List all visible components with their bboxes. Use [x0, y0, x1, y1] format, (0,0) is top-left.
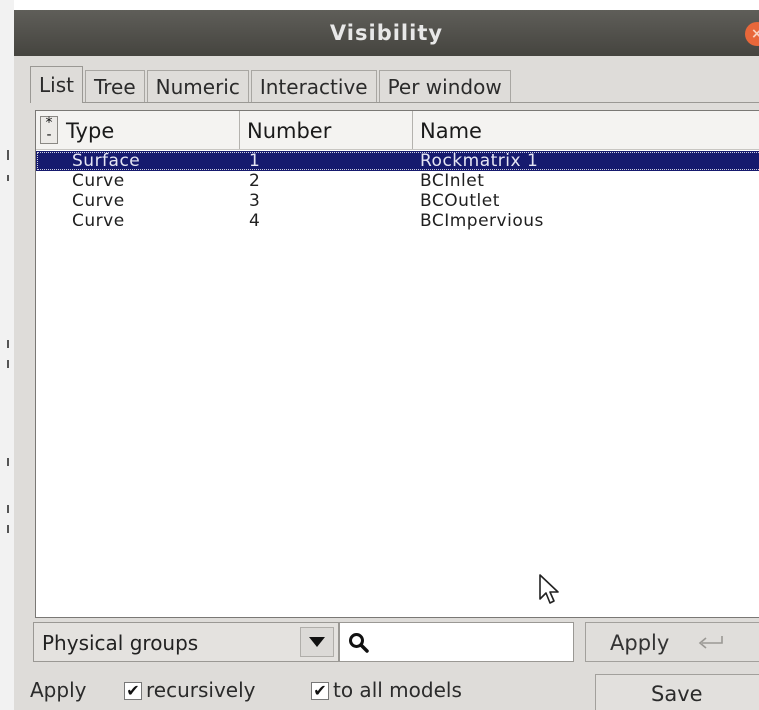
chevron-down-icon — [309, 637, 325, 647]
search-icon — [349, 633, 369, 653]
row-type: Curve — [72, 171, 125, 191]
background-mark — [7, 340, 9, 348]
apply-filter-label: Apply — [610, 631, 670, 655]
entity-browser[interactable]: * - Type Number Name Surface 1 Rockmatri… — [35, 110, 759, 618]
background-mark — [7, 150, 9, 160]
all-models-label: to all models — [333, 678, 462, 702]
table-row[interactable]: Curve 3 BCOutlet — [36, 191, 759, 211]
list-panel: * - Type Number Name Surface 1 Rockmatri… — [30, 102, 759, 625]
column-header-row: * - Type Number Name — [36, 111, 759, 150]
group-type-value: Physical groups — [42, 631, 199, 655]
tab-bar: List Tree Numeric Interactive Per window — [30, 66, 513, 103]
column-header-name[interactable]: Name — [420, 111, 482, 149]
tab-tree[interactable]: Tree — [84, 70, 145, 103]
window-titlebar[interactable]: Visibility × — [14, 10, 759, 56]
apply-filter-button[interactable]: Apply — [585, 622, 759, 662]
background-mark — [7, 175, 9, 181]
save-button-label: Save — [651, 682, 703, 706]
row-type: Curve — [72, 191, 125, 211]
apply-label: Apply — [30, 678, 87, 702]
group-type-select[interactable]: Physical groups — [33, 622, 339, 662]
table-row[interactable]: Curve 4 BCImpervious — [36, 211, 759, 231]
sort-toggle-icon: * - — [45, 115, 53, 143]
row-number: 1 — [249, 151, 261, 171]
recursively-label: recursively — [146, 678, 256, 702]
column-divider[interactable] — [412, 111, 413, 149]
table-row[interactable]: Curve 2 BCInlet — [36, 171, 759, 191]
mouse-pointer-icon — [539, 574, 559, 604]
background-mark — [7, 505, 9, 513]
save-button[interactable]: Save — [595, 674, 759, 710]
row-name: BCOutlet — [420, 191, 500, 211]
tab-per-window[interactable]: Per window — [378, 70, 511, 103]
row-name: Rockmatrix 1 — [420, 151, 539, 171]
row-type: Surface — [72, 151, 141, 171]
filter-bar: Physical groups Apply — [14, 622, 759, 668]
column-header-type[interactable]: Type — [66, 111, 114, 149]
close-icon: × — [751, 26, 759, 42]
row-name: BCImpervious — [420, 211, 544, 231]
row-number: 3 — [249, 191, 261, 211]
enter-icon — [698, 636, 723, 649]
tab-list[interactable]: List — [30, 66, 83, 103]
dropdown-button[interactable] — [300, 627, 334, 657]
row-number: 4 — [249, 211, 261, 231]
visibility-window: Visibility × List Tree Numeric Interacti… — [14, 10, 759, 710]
row-name: BCInlet — [420, 171, 485, 191]
background-left-strip — [0, 0, 14, 710]
tab-numeric[interactable]: Numeric — [146, 70, 249, 103]
background-mark — [7, 458, 9, 466]
recursively-checkbox[interactable]: ✔ — [124, 682, 142, 700]
row-type: Curve — [72, 211, 125, 231]
background-mark — [7, 525, 9, 533]
search-input[interactable] — [339, 622, 574, 662]
row-number: 2 — [249, 171, 261, 191]
column-divider[interactable] — [239, 111, 240, 149]
tab-interactive[interactable]: Interactive — [250, 70, 377, 103]
all-models-checkbox[interactable]: ✔ — [311, 682, 329, 700]
footer-bar: Apply ✔ recursively ✔ to all models Save — [14, 670, 759, 710]
column-header-number[interactable]: Number — [247, 111, 331, 149]
sort-toggle-button[interactable]: * - — [40, 116, 58, 144]
window-title: Visibility — [329, 21, 444, 45]
table-row[interactable]: Surface 1 Rockmatrix 1 — [36, 151, 759, 171]
background-mark — [7, 360, 9, 368]
